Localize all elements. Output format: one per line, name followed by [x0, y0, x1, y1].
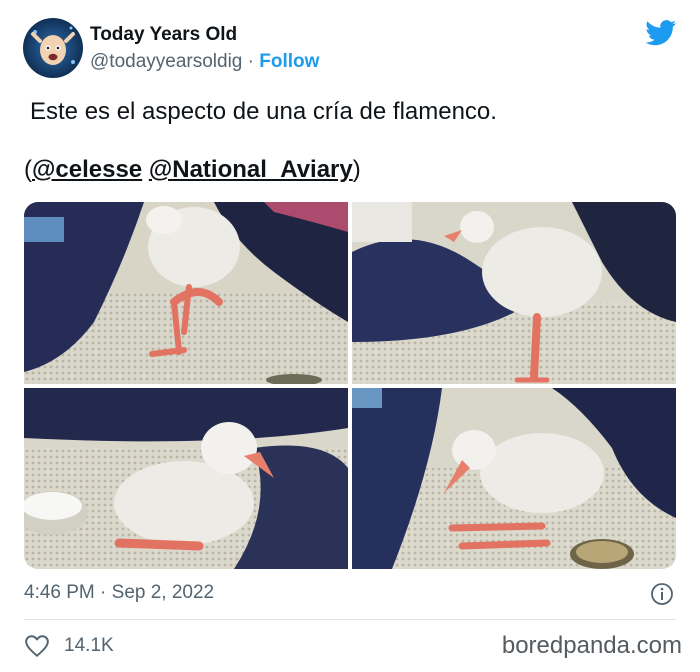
- twitter-bird-icon[interactable]: [645, 20, 677, 46]
- tweet-card: Today Years Old @todayyearsoldig · Follo…: [0, 0, 700, 672]
- tweet-text: Este es el aspecto de una cría de flamen…: [30, 98, 497, 125]
- avatar[interactable]: [23, 18, 83, 78]
- mention-celesse[interactable]: @celesse: [32, 156, 142, 183]
- mention-space: [142, 156, 149, 183]
- author-handle[interactable]: @todayyearsoldig: [90, 51, 242, 72]
- author-handle-row: @todayyearsoldig · Follow: [90, 51, 319, 73]
- tweet-mentions: (@celesse @National_Aviary): [24, 156, 361, 184]
- open-paren: (: [24, 156, 32, 183]
- like-count: 14.1K: [64, 635, 114, 656]
- face-avatar-icon: [23, 18, 83, 78]
- footer-divider: [24, 619, 676, 620]
- site-watermark: boredpanda.com: [501, 632, 682, 659]
- author-display-name[interactable]: Today Years Old: [90, 24, 237, 46]
- info-icon[interactable]: [650, 582, 674, 606]
- mention-national-aviary[interactable]: @National_Aviary: [149, 156, 353, 183]
- photo-flamingo-chick-1[interactable]: [24, 202, 348, 384]
- photo-flamingo-chick-4[interactable]: [352, 388, 676, 569]
- heart-icon: [25, 635, 49, 657]
- close-paren: ): [352, 156, 361, 183]
- photo-flamingo-chick-3[interactable]: [24, 388, 348, 569]
- like-button[interactable]: 14.1K: [24, 632, 114, 660]
- photo-grid: [24, 202, 676, 569]
- photo-flamingo-chick-2[interactable]: [352, 202, 676, 384]
- tweet-timestamp[interactable]: 4:46 PM · Sep 2, 2022: [24, 582, 214, 604]
- follow-button[interactable]: Follow: [259, 51, 319, 72]
- handle-separator: ·: [247, 51, 254, 72]
